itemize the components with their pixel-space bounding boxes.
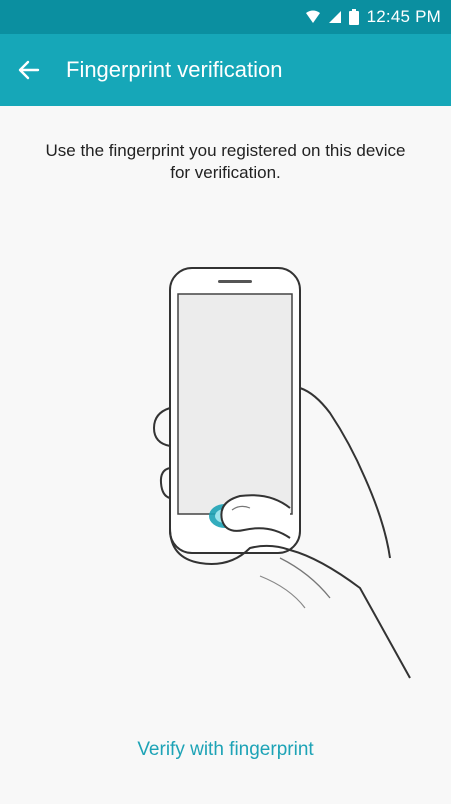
arrow-left-icon xyxy=(18,60,40,80)
status-time: 12:45 PM xyxy=(366,7,441,26)
back-button[interactable] xyxy=(0,34,58,106)
status-icons xyxy=(305,9,359,25)
battery-icon xyxy=(348,9,359,25)
status-bar: 12:45 PM xyxy=(0,0,451,34)
page-title: Fingerprint verification xyxy=(66,57,283,82)
wifi-icon xyxy=(305,10,320,23)
app-bar: Fingerprint verification xyxy=(0,34,451,106)
fingerprint-hand-illustration xyxy=(152,267,411,679)
signal-icon xyxy=(328,11,341,23)
verify-with-fingerprint-button[interactable]: Verify with fingerprint xyxy=(0,730,451,770)
instruction-text: Use the fingerprint you registered on th… xyxy=(45,141,406,182)
